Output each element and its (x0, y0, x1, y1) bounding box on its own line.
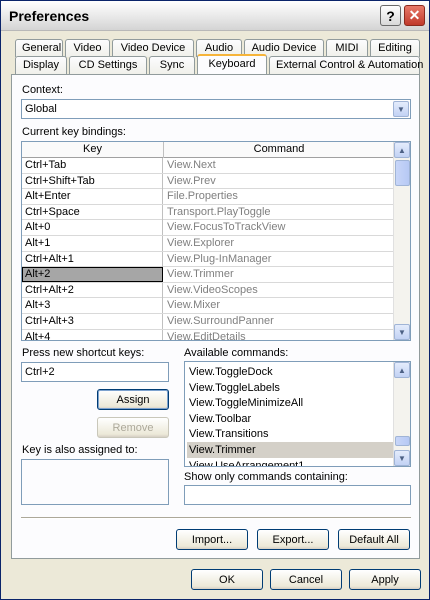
also-assigned-label: Key is also assigned to: (22, 444, 138, 456)
table-row[interactable]: Ctrl+Shift+Tab View.Prev (22, 173, 394, 190)
context-dropdown[interactable]: Global ▼ (21, 99, 411, 119)
table-row[interactable]: Alt+4 View.EditDetails (22, 329, 394, 340)
tab-general[interactable]: General (15, 39, 63, 57)
available-commands-label: Available commands: (184, 347, 289, 359)
context-label: Context: (22, 84, 63, 96)
panel-divider (21, 517, 411, 519)
binding-key[interactable]: Ctrl+Alt+3 (22, 313, 163, 329)
binding-key[interactable]: Ctrl+Alt+2 (22, 282, 163, 298)
close-icon[interactable]: ✕ (404, 5, 425, 26)
table-row[interactable]: Ctrl+Alt+1 View.Plug-InManager (22, 251, 394, 268)
tab-display[interactable]: Display (15, 56, 67, 74)
scroll-down-icon[interactable]: ▼ (394, 324, 410, 340)
grid-scroll-thumb[interactable] (395, 160, 410, 186)
list-item[interactable]: View.ToggleDock (187, 364, 393, 380)
shortcut-value: Ctrl+2 (25, 366, 55, 378)
scroll-down-icon[interactable]: ▼ (394, 450, 410, 466)
binding-command[interactable]: View.Next (164, 158, 394, 173)
scroll-up-icon[interactable]: ▲ (394, 362, 410, 378)
key-column-header[interactable]: Key (22, 142, 164, 158)
scroll-up-icon[interactable]: ▲ (394, 142, 410, 158)
binding-command[interactable]: Transport.PlayToggle (164, 205, 394, 220)
binding-command[interactable]: File.Properties (164, 189, 394, 204)
list-item[interactable]: View.Toolbar (187, 411, 393, 427)
tab-cd-settings[interactable]: CD Settings (69, 56, 147, 74)
help-glyph: ? (386, 7, 395, 24)
list-scroll-thumb[interactable] (395, 436, 410, 446)
default-all-button[interactable]: Default All (338, 529, 410, 550)
binding-key[interactable]: Ctrl+Alt+1 (22, 251, 163, 267)
table-row[interactable]: Ctrl+Alt+3 View.SurroundPanner (22, 313, 394, 330)
filter-label: Show only commands containing: (184, 471, 348, 483)
shortcut-label: Press new shortcut keys: (22, 347, 145, 359)
list-scrollbar[interactable]: ▲ ▼ (393, 362, 410, 466)
binding-key[interactable]: Alt+1 (22, 235, 163, 251)
binding-command[interactable]: View.FocusToTrackView (164, 220, 394, 235)
preferences-dialog: Preferences ? ✕ General Video Video Devi… (0, 0, 430, 600)
close-glyph: ✕ (408, 7, 421, 23)
remove-button[interactable]: Remove (97, 417, 169, 438)
binding-key[interactable]: Alt+3 (22, 298, 163, 314)
ok-button[interactable]: OK (191, 569, 263, 590)
table-row[interactable]: Alt+1 View.Explorer (22, 235, 394, 252)
tab-video[interactable]: Video (65, 39, 110, 57)
binding-command[interactable]: View.Plug-InManager (164, 252, 394, 267)
list-item[interactable]: View.ToggleMinimizeAll (187, 395, 393, 411)
binding-key[interactable]: Ctrl+Space (22, 204, 163, 220)
tab-midi[interactable]: MIDI (326, 39, 368, 57)
bindings-label: Current key bindings: (22, 126, 126, 138)
help-icon[interactable]: ? (380, 5, 401, 26)
cancel-button[interactable]: Cancel (270, 569, 342, 590)
list-item[interactable]: View.UseArrangement1 (187, 458, 393, 466)
table-row[interactable]: Alt+0 View.FocusToTrackView (22, 220, 394, 236)
binding-key[interactable]: Alt+Enter (22, 189, 163, 205)
title-bar: Preferences ? ✕ (1, 1, 429, 31)
binding-key[interactable]: Ctrl+Shift+Tab (22, 173, 163, 189)
tab-sync[interactable]: Sync (149, 56, 195, 74)
chevron-down-icon[interactable]: ▼ (393, 101, 409, 117)
table-row[interactable]: Alt+Enter File.Properties (22, 189, 394, 205)
binding-key[interactable]: Alt+0 (22, 220, 163, 236)
binding-command[interactable]: View.EditDetails (164, 330, 394, 340)
tab-keyboard[interactable]: Keyboard (197, 54, 267, 74)
grid-scrollbar[interactable]: ▲ ▼ (393, 142, 410, 340)
binding-key[interactable]: Alt+2 (22, 267, 163, 283)
list-item[interactable]: View.Trimmer (187, 442, 393, 458)
context-value: Global (25, 103, 57, 115)
binding-command[interactable]: View.Prev (164, 174, 394, 189)
binding-key[interactable]: Alt+4 (22, 329, 163, 340)
assign-button[interactable]: Assign (97, 389, 169, 410)
binding-command[interactable]: View.VideoScopes (164, 283, 394, 298)
binding-command[interactable]: View.Mixer (164, 298, 394, 313)
filter-input[interactable] (184, 485, 411, 505)
table-row[interactable]: Ctrl+Alt+2 View.VideoScopes (22, 282, 394, 299)
key-bindings-grid[interactable]: Key Command Ctrl+Tab View.Next Ctrl+Shift+… (21, 141, 411, 341)
tab-editing[interactable]: Editing (370, 39, 420, 57)
list-item[interactable]: View.Transitions (187, 426, 393, 442)
table-row[interactable]: Alt+3 View.Mixer (22, 298, 394, 314)
tab-external-control[interactable]: External Control & Automation (269, 56, 423, 74)
also-assigned-box (21, 459, 169, 505)
binding-command[interactable]: View.Explorer (164, 236, 394, 251)
list-item[interactable]: View.ToggleLabels (187, 380, 393, 396)
apply-button[interactable]: Apply (349, 569, 421, 590)
tab-video-device[interactable]: Video Device (112, 39, 194, 57)
window-title: Preferences (9, 8, 90, 24)
binding-command[interactable]: View.SurroundPanner (164, 314, 394, 329)
binding-key[interactable]: Ctrl+Tab (22, 158, 163, 173)
binding-command[interactable]: View.Trimmer (164, 267, 394, 282)
table-row[interactable]: Ctrl+Tab View.Next (22, 158, 394, 174)
table-row[interactable]: Ctrl+Space Transport.PlayToggle (22, 204, 394, 221)
shortcut-input[interactable]: Ctrl+2 (21, 362, 169, 382)
grid-header: Key Command (22, 142, 394, 158)
grid-rows: Ctrl+Tab View.Next Ctrl+Shift+Tab View.Prev… (22, 158, 394, 340)
command-column-header[interactable]: Command (164, 142, 394, 158)
export-button[interactable]: Export... (257, 529, 329, 550)
import-button[interactable]: Import... (176, 529, 248, 550)
available-commands-list[interactable]: View.ToggleDock View.ToggleLabels View.Tog… (184, 361, 411, 467)
table-row[interactable]: Alt+2 View.Trimmer (22, 267, 394, 283)
